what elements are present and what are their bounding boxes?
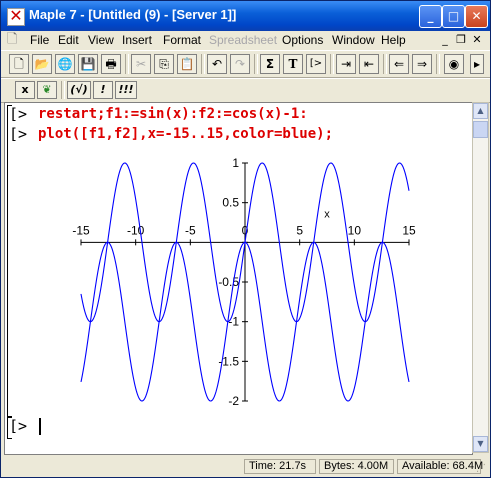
back-arrow-icon[interactable]: ⇐	[389, 54, 409, 74]
toolbar-separator	[125, 54, 129, 74]
input-prompt: [>	[9, 125, 28, 143]
scroll-thumb[interactable]	[473, 121, 488, 138]
menu-edit[interactable]: Edit	[58, 33, 79, 47]
paste-icon[interactable]: 📋	[177, 54, 197, 74]
print-icon[interactable]: 🖶	[101, 54, 121, 74]
command-line[interactable]: restart;f1:=sin(x):f2:=cos(x)-1:	[38, 106, 308, 122]
toolbar-separator	[383, 54, 387, 74]
x-tick-label: 10	[348, 223, 362, 237]
status-bytes: Bytes: 4.00M	[319, 459, 394, 474]
menu-insert[interactable]: Insert	[122, 33, 152, 47]
new-document-icon[interactable]: 🗋	[9, 54, 29, 74]
toolbar-separator	[201, 54, 205, 74]
insert-prompt-icon[interactable]: [>	[306, 54, 326, 74]
vertical-scrollbar[interactable]: ▲ ▼	[472, 102, 489, 453]
toolbar-separator	[254, 54, 258, 74]
menu-options[interactable]: Options	[282, 33, 323, 47]
document-icon[interactable]: 🗋	[7, 33, 21, 47]
open-folder-icon[interactable]: 📂	[32, 54, 52, 74]
toolbar-separator	[61, 81, 65, 99]
menu-view[interactable]: View	[88, 33, 114, 47]
menu-file[interactable]: File	[30, 33, 49, 47]
title-bar[interactable]: ✕ Maple 7 - [Untitled (9) - [Server 1]] …	[1, 1, 490, 31]
context-toolbar: x ❦ (√) ! !!!	[1, 78, 490, 103]
maple-window: ✕ Maple 7 - [Untitled (9) - [Server 1]] …	[0, 0, 491, 478]
toolbar-separator	[436, 54, 440, 74]
close-button[interactable]: ✕	[465, 5, 488, 28]
indent-icon[interactable]: ⇥	[336, 54, 356, 74]
outdent-icon[interactable]: ⇤	[359, 54, 379, 74]
x-axis-label: x	[324, 208, 330, 220]
x-tick-label: 15	[402, 223, 416, 237]
y-tick-label: 1	[232, 156, 239, 170]
save-icon[interactable]: 💾	[78, 54, 98, 74]
maple-leaf-icon[interactable]: ❦	[37, 81, 57, 99]
y-tick-label: 0.5	[222, 196, 239, 210]
maple-app-icon[interactable]: ✕	[7, 6, 25, 26]
execute-selection-icon[interactable]: (√)	[67, 81, 91, 99]
menu-help[interactable]: Help	[381, 33, 406, 47]
y-tick-label: -0.5	[218, 275, 239, 289]
status-available: Available: 68.4M	[397, 459, 483, 474]
scroll-up-icon[interactable]: ▲	[473, 103, 488, 119]
x-tick-label: 5	[296, 223, 303, 237]
scroll-down-icon[interactable]: ▼	[473, 436, 488, 452]
y-tick-label: -1	[228, 315, 239, 329]
plot-region[interactable]: -15 -10 -5 0 5 10 1510.5-0.5-1-1.5-2x	[5, 151, 472, 411]
doc-minimize-button[interactable]: _	[438, 33, 452, 46]
input-prompt: [>	[9, 417, 28, 435]
execute-icon[interactable]: !	[93, 81, 113, 99]
doc-restore-button[interactable]: ❐	[454, 33, 468, 46]
worksheet[interactable]: [> restart;f1:=sin(x):f2:=cos(x)-1: [> p…	[4, 102, 473, 455]
menu-bar: 🗋 File Edit View Insert Format Spreadshe…	[1, 31, 490, 49]
cut-icon[interactable]: ✂	[131, 54, 151, 74]
menu-spreadsheet[interactable]: Spreadsheet	[209, 33, 277, 47]
minimize-button[interactable]: _	[419, 5, 442, 28]
text-icon[interactable]: T	[283, 54, 303, 74]
menu-window[interactable]: Window	[332, 33, 375, 47]
toolbar-separator	[330, 54, 334, 74]
x-tick-label: -5	[185, 223, 196, 237]
resize-grip-icon[interactable]: ⋰	[476, 463, 488, 475]
undo-icon[interactable]: ↶	[207, 54, 227, 74]
status-time: Time: 21.7s	[244, 459, 316, 474]
status-bar: Time: 21.7s Bytes: 4.00M Available: 68.4…	[1, 457, 490, 477]
toolbar-scroll-icon[interactable]: ▸	[470, 54, 484, 74]
forward-arrow-icon[interactable]: ⇒	[412, 54, 432, 74]
x-tick-label: -10	[127, 223, 145, 237]
input-prompt: [>	[9, 105, 28, 123]
main-toolbar: 🗋 📂 🌐 💾 🖶 ✂ ⎘ 📋 ↶ ↷ Σ T [> ⇥ ⇤ ⇐ ⇒ ◉ ▸	[1, 50, 490, 78]
text-cursor	[39, 418, 41, 435]
y-tick-label: -2	[228, 394, 239, 408]
command-line[interactable]: plot([f1,f2],x=-15..15,color=blue);	[38, 126, 333, 142]
clear-icon[interactable]: x	[15, 81, 35, 99]
execute-all-icon[interactable]: !!!	[115, 81, 137, 99]
redo-icon[interactable]: ↷	[230, 54, 250, 74]
open-url-icon[interactable]: 🌐	[55, 54, 75, 74]
copy-icon[interactable]: ⎘	[154, 54, 174, 74]
maximize-button[interactable]: □	[442, 5, 465, 28]
x-tick-label: -15	[72, 223, 90, 237]
stop-icon[interactable]: ◉	[444, 54, 464, 74]
sigma-icon[interactable]: Σ	[260, 54, 280, 74]
doc-close-button[interactable]: ✕	[470, 33, 484, 46]
menu-format[interactable]: Format	[163, 33, 201, 47]
window-title: Maple 7 - [Untitled (9) - [Server 1]]	[29, 7, 237, 22]
